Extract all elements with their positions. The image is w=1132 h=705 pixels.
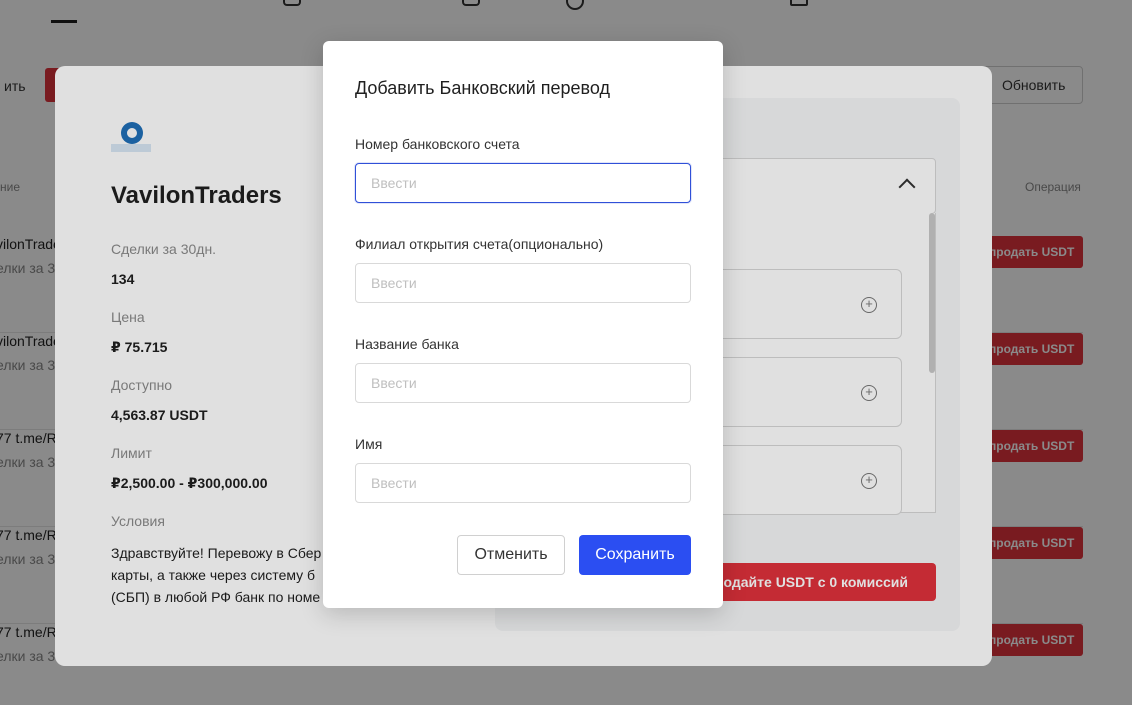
cancel-button[interactable]: Отменить — [457, 535, 565, 575]
save-button[interactable]: Сохранить — [579, 535, 691, 575]
modal-title: Добавить Банковский перевод — [355, 78, 611, 98]
add-bank-transfer-modal: Добавить Банковский перевод Номер банков… — [323, 41, 723, 608]
bank-name-input[interactable] — [355, 363, 691, 403]
bank-name-label: Название банка — [355, 336, 459, 352]
name-input[interactable] — [355, 463, 691, 503]
account-number-input[interactable] — [355, 163, 691, 203]
branch-input[interactable] — [355, 263, 691, 303]
account-number-label: Номер банковского счета — [355, 136, 520, 152]
branch-label: Филиал открытия счета(опционально) — [355, 236, 604, 252]
name-label: Имя — [355, 436, 383, 452]
